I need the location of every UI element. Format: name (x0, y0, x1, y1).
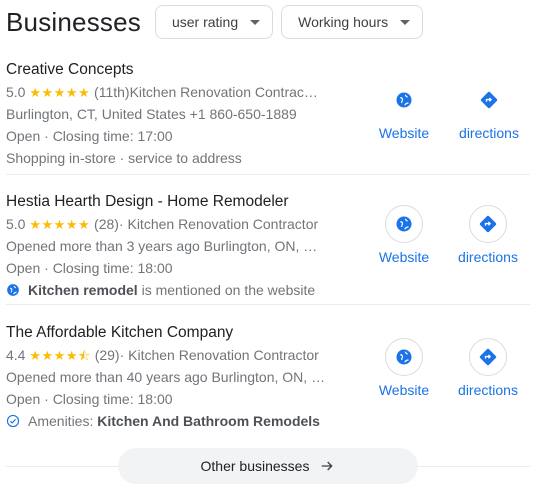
arrow-right-icon (322, 461, 334, 471)
directions-button[interactable]: directions (449, 81, 529, 141)
business-listing[interactable]: The Affordable Kitchen Company 4.4 ★★★★⯪… (6, 322, 530, 440)
star-rating-icon: ★★★★★ (29, 217, 91, 232)
website-button[interactable]: Website (364, 81, 444, 141)
check-circle-icon (6, 414, 20, 428)
address-line: Opened more than 3 years ago Burlington,… (6, 238, 318, 254)
rating-value: 4.4 (6, 347, 26, 363)
rating-value: 5.0 (6, 216, 26, 232)
directions-label: directions (458, 382, 518, 398)
website-button[interactable]: Website (364, 205, 444, 265)
filter-user-rating[interactable]: user rating (154, 5, 274, 39)
business-name[interactable]: The Affordable Kitchen Company (6, 322, 336, 344)
website-button[interactable]: Website (364, 338, 444, 398)
business-listing[interactable]: Creative Concepts 5.0 ★★★★★ (11th)Kitche… (6, 59, 530, 175)
amenities-prefix: Amenities: (28, 413, 98, 429)
directions-button[interactable]: directions (448, 205, 528, 265)
other-businesses-button[interactable]: Other businesses (118, 448, 418, 484)
amenities-line: Amenities: Kitchen And Bathroom Remodels (6, 410, 336, 432)
business-listing[interactable]: Hestia Hearth Design - Home Remodeler 5.… (6, 191, 530, 305)
globe-icon (385, 205, 423, 243)
directions-icon (469, 205, 507, 243)
business-category: (29)· Kitchen Renovation Contractor (94, 347, 319, 363)
filter-label: user rating (171, 14, 239, 30)
website-label: Website (378, 249, 430, 265)
rating-value: 5.0 (6, 84, 26, 100)
globe-icon (385, 81, 423, 119)
address-line: Opened more than 40 years ago Burlington… (6, 369, 326, 385)
results-header: Businesses user rating Working hours (6, 4, 551, 40)
star-rating-icon: ★★★★★ (29, 85, 91, 100)
globe-icon (385, 338, 423, 376)
website-label: Website (378, 382, 430, 398)
directions-label: directions (459, 125, 519, 141)
rating-line: 5.0 ★★★★★ (11th)Kitchen Renovation Contr… (6, 81, 336, 103)
directions-icon (470, 81, 508, 119)
business-category: (11th)Kitchen Renovation Contrac… (94, 84, 318, 100)
website-mention: Kitchen remodel is mentioned on the webs… (6, 279, 336, 301)
page-title: Businesses (6, 6, 141, 37)
service-options: Shopping in-store · service to address (6, 150, 242, 166)
filter-working-hours[interactable]: Working hours (281, 5, 424, 39)
filter-label: Working hours (298, 14, 389, 30)
mention-keyword: Kitchen remodel (28, 282, 138, 298)
hours-line: Open · Closing time: 17:00 (6, 128, 173, 144)
rating-line: 5.0 ★★★★★ (28)· Kitchen Renovation Contr… (6, 213, 336, 235)
star-rating-icon: ★★★★⯪ (29, 348, 91, 363)
amenities-value: Kitchen And Bathroom Remodels (97, 413, 320, 429)
business-category: (28)· Kitchen Renovation Contractor (94, 216, 319, 232)
website-label: Website (378, 125, 430, 141)
business-name[interactable]: Creative Concepts (6, 59, 336, 81)
caret-down-icon (400, 19, 411, 25)
address-line: Burlington, CT, United States +1 860-650… (6, 106, 297, 122)
directions-label: directions (458, 249, 518, 265)
caret-down-icon (250, 19, 261, 25)
directions-icon (469, 338, 507, 376)
hours-line: Open · Closing time: 18:00 (6, 260, 173, 276)
mention-text: is mentioned on the website (137, 282, 316, 298)
directions-button[interactable]: directions (448, 338, 528, 398)
hours-line: Open · Closing time: 18:00 (6, 391, 173, 407)
listing-info: Hestia Hearth Design - Home Remodeler 5.… (6, 191, 336, 301)
business-name[interactable]: Hestia Hearth Design - Home Remodeler (6, 191, 336, 213)
globe-icon (7, 284, 19, 296)
listing-info: The Affordable Kitchen Company 4.4 ★★★★⯪… (6, 322, 336, 432)
listing-info: Creative Concepts 5.0 ★★★★★ (11th)Kitche… (6, 59, 336, 169)
rating-line: 4.4 ★★★★⯪ (29)· Kitchen Renovation Contr… (6, 344, 336, 366)
other-businesses-label: Other businesses (200, 458, 310, 474)
